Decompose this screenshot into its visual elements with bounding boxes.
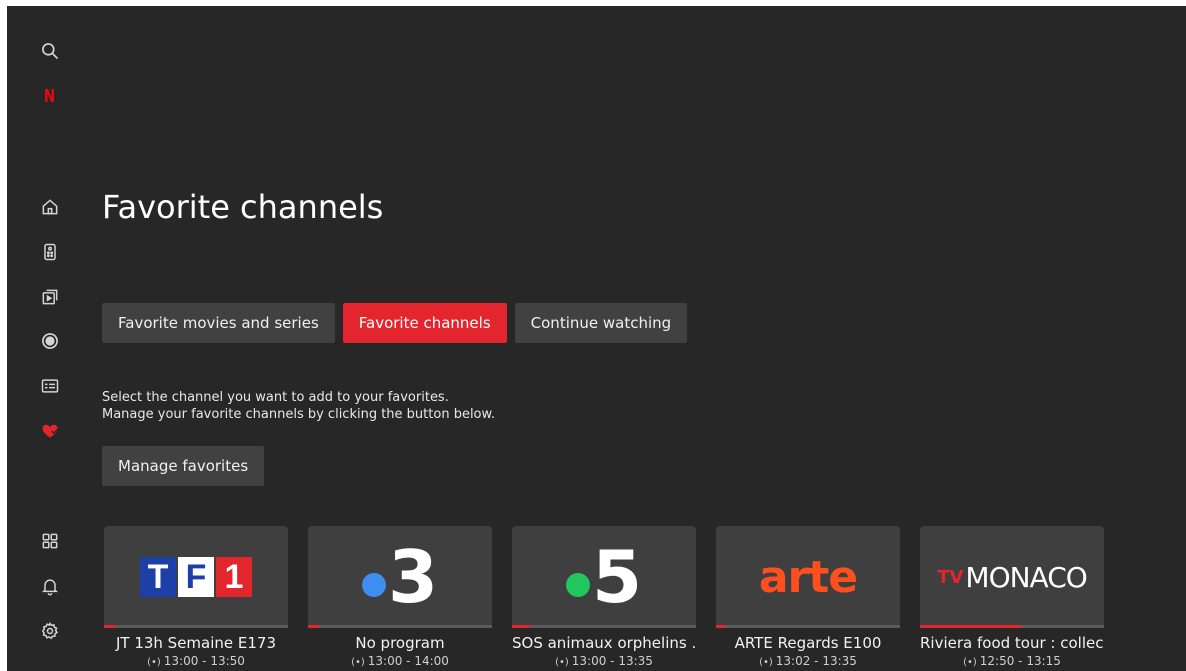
program-progress-bar (512, 625, 696, 628)
program-time-range: 13:02 - 13:35 (775, 654, 857, 668)
program-progress-bar (920, 625, 1104, 628)
progress-fill (512, 625, 531, 628)
search-icon[interactable] (37, 38, 63, 64)
channel-row: T F 1 JT 13h Semaine E173 (•) 13:00 - 13:… (104, 526, 1104, 668)
france5-logo: 5 (565, 535, 643, 619)
france5-logo-dot (565, 573, 590, 597)
program-progress-bar (104, 625, 288, 628)
tvmonaco-logo-word: MONACO (965, 560, 1087, 594)
description-line-2: Manage your favorite channels by clickin… (102, 407, 496, 422)
channel-thumbnail: T F 1 (104, 526, 288, 628)
channel-card-arte[interactable]: arte ARTE Regards E100 (•) 13:02 - 13:35 (716, 526, 900, 668)
tvmonaco-logo-prefix: TV (937, 566, 964, 588)
program-title: ARTE Regards E100 (734, 634, 882, 652)
description-text: Select the channel you want to add to yo… (102, 389, 495, 423)
channel-card-france3[interactable]: 3 No program (•) 13:00 - 14:00 (308, 526, 492, 668)
settings-gear-icon[interactable] (37, 618, 63, 644)
france3-logo-number: 3 (387, 535, 439, 619)
tab-bar: Favorite movies and series Favorite chan… (102, 303, 688, 343)
program-time: (•) 12:50 - 13:15 (920, 654, 1104, 668)
program-time: (•) 13:02 - 13:35 (716, 654, 900, 668)
channel-card-tvmonaco[interactable]: TV MONACO Riviera food tour : collec... … (920, 526, 1104, 668)
page-title: Favorite channels (102, 188, 384, 226)
program-title: No program (355, 634, 445, 652)
record-icon[interactable] (37, 328, 63, 354)
channel-thumbnail: arte (716, 526, 900, 628)
home-icon[interactable] (37, 194, 63, 220)
tab-favorite-movies-series[interactable]: Favorite movies and series (102, 303, 335, 343)
apps-grid-icon[interactable] (37, 528, 63, 554)
progress-fill (716, 625, 726, 628)
channel-card-france5[interactable]: 5 SOS animaux orphelins ... (•) 13:00 - 1… (512, 526, 696, 668)
program-title: JT 13h Semaine E173 (115, 634, 277, 652)
manage-favorites-button[interactable]: Manage favorites (102, 446, 265, 486)
progress-fill (920, 625, 1022, 628)
guide-icon[interactable] (37, 373, 63, 399)
live-broadcast-icon: (•) (351, 657, 365, 668)
france5-logo-number: 5 (591, 535, 643, 619)
tf1-logo: T F 1 (140, 557, 252, 597)
live-broadcast-icon: (•) (555, 657, 569, 668)
france3-logo: 3 (361, 535, 439, 619)
program-progress-bar (716, 625, 900, 628)
heart-icon[interactable] (37, 418, 63, 444)
replay-icon[interactable] (37, 284, 63, 310)
live-broadcast-icon: (•) (759, 657, 773, 668)
channel-thumbnail: TV MONACO (920, 526, 1104, 628)
remote-icon[interactable] (37, 239, 63, 265)
tf1-logo-f: F (178, 557, 214, 597)
france3-logo-dot (361, 573, 386, 597)
bell-icon[interactable] (37, 573, 63, 599)
program-title: SOS animaux orphelins ... (512, 634, 696, 652)
channel-thumbnail: 5 (512, 526, 696, 628)
program-time: (•) 13:00 - 13:50 (104, 654, 288, 668)
tf1-logo-t: T (140, 557, 176, 597)
app-screen: N Favorite channels Favorite movies and … (7, 6, 1186, 671)
program-time: (•) 13:00 - 13:35 (512, 654, 696, 668)
program-time-range: 13:00 - 13:35 (571, 654, 653, 668)
description-line-1: Select the channel you want to add to yo… (102, 390, 449, 405)
progress-fill (104, 625, 116, 628)
program-time-range: 12:50 - 13:15 (979, 654, 1061, 668)
program-time-range: 13:00 - 14:00 (367, 654, 449, 668)
arte-logo: arte (758, 551, 858, 603)
tvmonaco-logo: TV MONACO (937, 560, 1088, 594)
program-time: (•) 13:00 - 14:00 (308, 654, 492, 668)
channel-thumbnail: 3 (308, 526, 492, 628)
program-time-range: 13:00 - 13:50 (163, 654, 245, 668)
tf1-logo-1: 1 (216, 557, 252, 597)
live-broadcast-icon: (•) (963, 657, 977, 668)
tab-favorite-channels[interactable]: Favorite channels (342, 303, 507, 343)
channel-card-tf1[interactable]: T F 1 JT 13h Semaine E173 (•) 13:00 - 13:… (104, 526, 288, 668)
live-broadcast-icon: (•) (147, 657, 161, 668)
tab-continue-watching[interactable]: Continue watching (514, 303, 688, 343)
progress-fill (308, 625, 320, 628)
netflix-letter: N (44, 85, 56, 107)
netflix-icon[interactable]: N (37, 83, 63, 109)
program-progress-bar (308, 625, 492, 628)
program-title: Riviera food tour : collec... (920, 634, 1104, 652)
sidebar-nav: N (7, 6, 87, 671)
